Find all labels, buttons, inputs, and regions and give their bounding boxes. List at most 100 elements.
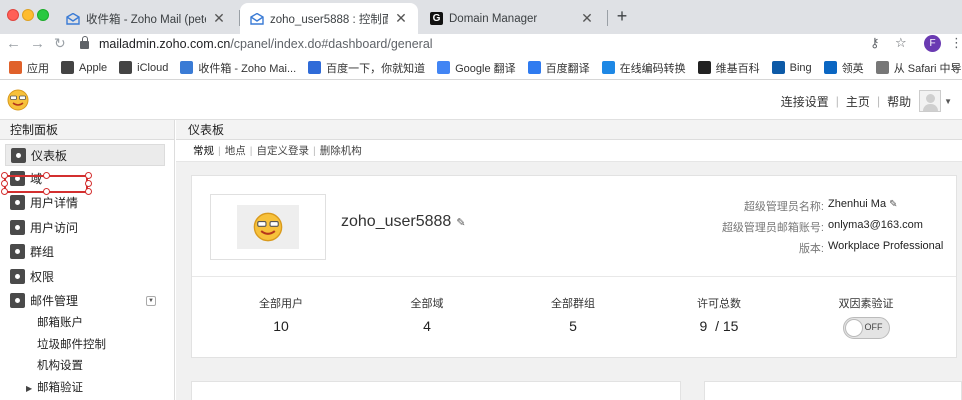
bookmarks-overflow-icon[interactable]: »	[951, 60, 958, 74]
window-minimize-button[interactable]	[22, 9, 34, 21]
tab-locations[interactable]: 地点	[221, 143, 250, 158]
collapse-toggle-icon[interactable]: ▼	[146, 295, 156, 306]
sidebar-item-label: 用户详情	[30, 196, 79, 211]
sidebar-subitem-spam-control[interactable]: 垃圾邮件控制	[0, 335, 174, 357]
bookmark-label: 领英	[841, 62, 864, 75]
window-zoom-button[interactable]	[37, 9, 49, 21]
bookmark-item[interactable]: 领英	[823, 60, 864, 76]
selection-handle	[43, 188, 50, 195]
sidebar-item-permissions[interactable]: 权限	[0, 264, 174, 289]
zoho-mail-icon	[66, 12, 80, 25]
bookmark-label: iCloud	[137, 61, 169, 74]
bookmark-item[interactable]: iCloud	[119, 61, 168, 74]
edit-pencil-icon[interactable]: ✎	[889, 199, 897, 210]
new-tab-button[interactable]: +	[612, 6, 632, 27]
bookmark-label: Bing	[789, 61, 812, 74]
header-links: 连接设置 | 主页 | 帮助 ▼	[781, 90, 952, 112]
bookmark-label: 应用	[27, 62, 49, 75]
stats-row: 全部用户 10 全部域 4 全部群组 5 许可总数 9 / 15 双因素验证 O…	[192, 277, 956, 358]
sidebar-subitem-mailboxes[interactable]: 邮箱账户	[0, 313, 174, 335]
stat-label: 全部域	[410, 298, 444, 310]
selection-handle	[85, 180, 92, 187]
dashboard-card-bottom-right	[704, 381, 962, 400]
linkedin-icon	[823, 61, 837, 74]
reload-icon[interactable]: ↻	[54, 35, 66, 52]
help-link[interactable]: 帮助	[887, 93, 911, 110]
stat-total-domains[interactable]: 全部域 4	[367, 295, 487, 334]
sidebar-item-mail-admin[interactable]: 邮件管理 ▼	[0, 289, 174, 314]
tab-custom-login[interactable]: 自定义登录	[252, 143, 313, 158]
dashboard-icon	[11, 147, 26, 163]
sidebar-item-label: 邮件管理	[30, 294, 79, 309]
sidebar-item-groups[interactable]: 群组	[0, 240, 174, 265]
info-row-admin-email: 超级管理员邮箱账号: onlyma3@163.com	[596, 219, 956, 240]
main-panel: 仪表板 常规 | 地点 | 自定义登录 | 删除机构 zoho_user5888…	[176, 120, 962, 400]
stat-total-licenses[interactable]: 许可总数 9 / 15	[659, 295, 779, 334]
bookmark-item[interactable]: 维基百科	[697, 60, 760, 76]
bookmark-item[interactable]: 百度一下，你就知道	[308, 60, 425, 76]
group-icon	[10, 244, 25, 260]
forward-arrow-icon[interactable]: →	[30, 35, 45, 52]
stat-total-users[interactable]: 全部用户 10	[221, 295, 341, 334]
sidebar-item-label: 群组	[30, 245, 55, 260]
star-bookmark-icon[interactable]: ☆	[895, 35, 907, 51]
home-link[interactable]: 主页	[846, 93, 870, 110]
toggle-state: OFF	[864, 322, 883, 332]
bookmark-item[interactable]: 应用	[9, 60, 49, 76]
expand-arrow-icon[interactable]: ▶	[26, 378, 32, 400]
bookmark-item[interactable]: 收件箱 - Zoho Mai...	[180, 60, 296, 76]
info-row-admin-name: 超级管理员名称: Zhenhui Ma ✎	[596, 198, 956, 219]
stat-total-groups[interactable]: 全部群组 5	[513, 295, 633, 334]
connection-settings-link[interactable]: 连接设置	[781, 93, 829, 110]
more-menu-icon[interactable]: ⋮	[950, 35, 962, 51]
domain-globe-icon	[10, 170, 25, 186]
stat-label: 全部群组	[551, 298, 595, 310]
bookmark-item[interactable]: 百度翻译	[527, 60, 590, 76]
address-bar[interactable]: mailadmin.zoho.com.cn/cpanel/index.do#da…	[80, 34, 870, 54]
tab-close-icon[interactable]: ✕	[394, 10, 408, 27]
tab-close-icon[interactable]: ✕	[580, 10, 594, 27]
back-arrow-icon[interactable]: ←	[6, 35, 21, 52]
window-close-button[interactable]	[7, 9, 19, 21]
selection-handle	[43, 172, 50, 179]
sidebar: 控制面板 仪表板 域 用户详情 用户访问 群组 权限 邮件管理 ▼ 邮箱账户 垃…	[0, 120, 175, 400]
browser-tab-domain-manager[interactable]: G Domain Manager ✕	[420, 3, 604, 34]
chevron-down-icon[interactable]: ▼	[944, 97, 952, 106]
tab-delete-org[interactable]: 删除机构	[316, 143, 366, 158]
bookmark-item[interactable]: 在线编码转换	[601, 60, 686, 76]
selection-handle	[85, 188, 92, 195]
selection-handle	[85, 172, 92, 179]
profile-avatar[interactable]: F	[924, 35, 941, 52]
smiley-logo-icon	[7, 89, 29, 111]
bookmark-item[interactable]: 从 Safari 中导入	[875, 60, 962, 76]
key-icon[interactable]: ⚷	[870, 35, 880, 51]
apps-grid-icon	[9, 61, 22, 74]
bookmark-label: 在线编码转换	[619, 62, 686, 75]
app-header: 连接设置 | 主页 | 帮助 ▼	[0, 80, 962, 120]
stat-label: 双因素验证	[838, 298, 894, 310]
org-logo-box[interactable]	[210, 194, 326, 260]
sidebar-subitem-mail-verification[interactable]: ▶ 邮箱验证	[0, 378, 174, 400]
tab-close-icon[interactable]: ✕	[212, 10, 226, 27]
bookmark-item[interactable]: Apple	[61, 61, 107, 74]
bookmark-item[interactable]: Bing	[771, 61, 812, 74]
two-factor-toggle[interactable]: OFF	[842, 317, 890, 339]
sidebar-item-dashboard[interactable]: 仪表板	[5, 144, 165, 166]
edit-pencil-icon[interactable]: ✎	[456, 217, 465, 229]
bookmark-item[interactable]: Google 翻译	[437, 60, 516, 76]
browser-tab-control-panel[interactable]: zoho_user5888 : 控制面板 ✕	[240, 3, 418, 34]
apple-icon	[119, 61, 133, 74]
sidebar-subitem-org-settings[interactable]: 机构设置	[0, 356, 174, 378]
url-path: /cpanel/index.do#dashboard/general	[230, 37, 433, 51]
browser-tab-zoho-mail[interactable]: 收件箱 - Zoho Mail (peterson_ ✕	[56, 3, 236, 34]
wikipedia-icon	[697, 61, 711, 74]
sidebar-item-user-access[interactable]: 用户访问	[0, 215, 174, 240]
bookmark-label: 百度一下，你就知道	[326, 62, 426, 75]
info-label: 超级管理员名称:	[743, 201, 824, 213]
folder-icon	[875, 61, 889, 74]
user-avatar[interactable]	[919, 90, 942, 112]
stat-value: 4	[423, 318, 431, 334]
browser-tab-bar: 收件箱 - Zoho Mail (peterson_ ✕ zoho_user58…	[0, 0, 962, 34]
tab-general[interactable]: 常规	[189, 143, 218, 158]
info-label: 版本:	[798, 243, 824, 255]
